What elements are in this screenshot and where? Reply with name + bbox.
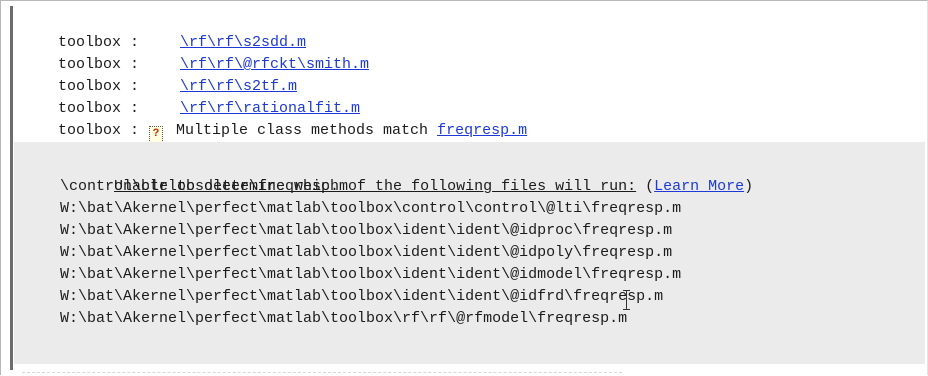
close-paren: ) [744,178,754,195]
file-link[interactable]: \rf\rf\s2tf.m [180,78,297,95]
file-path: W:\bat\Akernel\perfect\matlab\toolbox\rf… [60,310,628,327]
bottom-divider [22,372,622,373]
text-cursor-icon [623,290,631,310]
file-path: W:\bat\Akernel\perfect\matlab\toolbox\id… [60,244,673,261]
panel-heading-line: Unable to determine which of the followi… [60,154,753,195]
ambiguity-content: Unable to determine which of the followi… [60,154,753,330]
ambiguity-panel: Unable to determine which of the followi… [14,142,925,364]
toolbox-label: toolbox : [58,34,140,51]
toolbox-label: toolbox : [58,78,140,95]
left-divider [10,6,13,370]
file-path: W:\bat\Akernel\perfect\matlab\toolbox\co… [60,200,682,217]
question-icon[interactable]: ? [149,126,164,143]
file-link[interactable]: \rf\rf\@rfckt\smith.m [180,56,369,73]
toolbox-label: toolbox : [58,122,140,139]
open-paren: ( [636,178,655,195]
freqresp-link[interactable]: freqresp.m [437,122,527,139]
file-link[interactable]: \rf\rf\rationalfit.m [180,100,360,117]
toolbox-label: toolbox : [58,100,140,117]
file-path: W:\bat\Akernel\perfect\matlab\toolbox\id… [60,288,664,305]
toolbox-label: toolbox : [58,56,140,73]
learn-more-link[interactable]: Learn More [654,178,744,195]
file-link[interactable]: \rf\rf\s2sdd.m [180,34,306,51]
results-list: toolbox : \rf\rf\s2sdd.m toolbox : \rf\rf\… [22,10,928,143]
file-path: W:\bat\Akernel\perfect\matlab\toolbox\id… [60,222,673,239]
result-line: toolbox : \rf\rf\s2sdd.m [22,10,928,51]
file-path: W:\bat\Akernel\perfect\matlab\toolbox\id… [60,266,682,283]
multiple-match-text: Multiple class methods match [167,122,438,139]
